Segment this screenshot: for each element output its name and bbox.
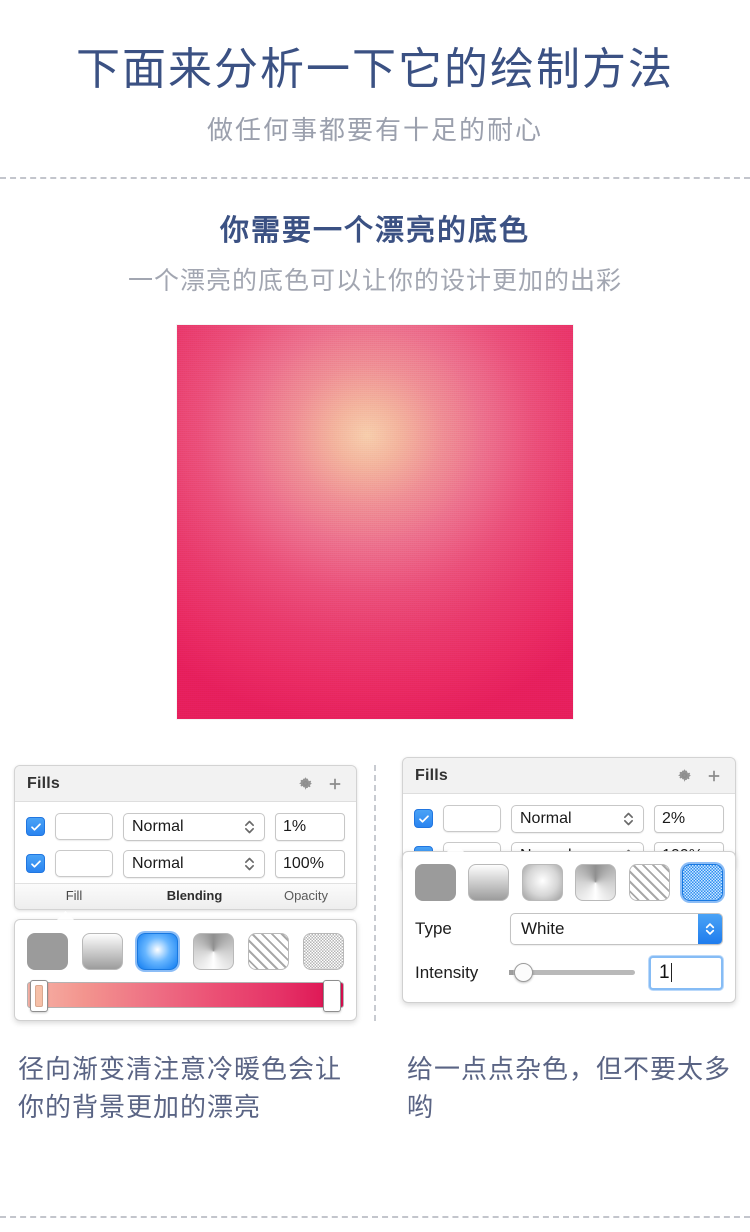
- fill-type-radial-gradient-button[interactable]: [137, 932, 179, 970]
- divider-vertical: [374, 764, 376, 1021]
- fill-type-pattern-button[interactable]: [628, 863, 670, 901]
- chevron-updown-icon[interactable]: [243, 817, 256, 837]
- page-subtitle: 做任何事都要有十足的耐心: [206, 114, 543, 145]
- caption-right-text: 给一点点杂色，但不要太多哟: [407, 1053, 732, 1122]
- right-panel-titlebar: Fills: [403, 757, 735, 794]
- fill-swatch-noise-button[interactable]: [443, 805, 501, 833]
- left-panel-title: Fills: [27, 774, 61, 792]
- opacity-input[interactable]: 2%: [654, 804, 724, 833]
- popover-arrow: [57, 910, 74, 920]
- caption-left-text: 径向渐变清注意冷暖色会让你的背景更加的漂亮: [18, 1053, 343, 1122]
- blending-mode-value: Normal: [520, 809, 572, 827]
- left-fills-panel: Fills Normal 1% Normal 100% Fill Blendin…: [14, 764, 357, 910]
- fill-type-radial-gradient-button[interactable]: [521, 863, 563, 901]
- fill-row[interactable]: Normal 100%: [15, 846, 356, 883]
- fill-type-solid-button[interactable]: [415, 863, 456, 901]
- noise-intensity-row: Intensity 1: [415, 955, 723, 990]
- slider-tick-icon: [509, 970, 513, 976]
- slider-knob[interactable]: [514, 963, 533, 983]
- divider-bottom: [0, 1216, 750, 1218]
- plus-icon[interactable]: [705, 767, 723, 785]
- left-fill-popover: [14, 910, 357, 1021]
- blending-mode-select[interactable]: Normal: [123, 812, 265, 841]
- intensity-label: Intensity: [415, 962, 479, 982]
- gear-icon[interactable]: [297, 775, 314, 792]
- section-heading: 你需要一个漂亮的底色: [219, 214, 530, 247]
- fill-type-pattern-button[interactable]: [247, 932, 289, 970]
- fill-row[interactable]: Normal 2%: [403, 801, 735, 838]
- blending-mode-select[interactable]: Normal: [511, 804, 644, 833]
- intensity-slider[interactable]: [509, 963, 649, 983]
- noise-type-value: White: [521, 918, 565, 938]
- opacity-input[interactable]: 100%: [275, 849, 345, 878]
- right-panel-title: Fills: [415, 766, 449, 784]
- right-panel-column: Fills Normal 2% Type White Intensity 1: [375, 756, 750, 1021]
- text-caret: [670, 963, 672, 983]
- fill-row[interactable]: Normal 1%: [15, 809, 356, 846]
- caption-left: 径向渐变清注意冷暖色会让你的背景更加的漂亮: [0, 1051, 375, 1126]
- preview-container: [0, 324, 750, 719]
- opacity-value: 100%: [283, 854, 324, 872]
- opacity-value: 1%: [283, 817, 307, 835]
- fill-type-solid-button[interactable]: [27, 932, 68, 970]
- noise-type-select[interactable]: White: [510, 912, 723, 945]
- caption-right: 给一点点杂色，但不要太多哟: [375, 1051, 750, 1126]
- column-header-fill: Fill: [65, 887, 83, 903]
- gradient-stop-start[interactable]: [30, 979, 48, 1012]
- right-fill-type-row: [415, 863, 723, 901]
- gradient-stop-end[interactable]: [323, 979, 341, 1012]
- panels-row: Fills Normal 1% Normal 100% Fill Blendin…: [0, 756, 750, 1021]
- column-header-blending: Blending: [166, 887, 223, 903]
- divider-top: [0, 176, 750, 179]
- left-fill-rows: Normal 1% Normal 100%: [15, 801, 356, 883]
- fill-swatch-gradient-button[interactable]: [55, 850, 113, 878]
- fill-enabled-checkbox[interactable]: [414, 809, 433, 829]
- fill-swatch-noise-button[interactable]: [55, 813, 113, 841]
- opacity-value: 2%: [662, 809, 686, 827]
- column-header-opacity: Opacity: [283, 887, 329, 903]
- fill-type-angular-gradient-button[interactable]: [575, 863, 617, 901]
- fill-type-linear-gradient-button[interactable]: [82, 932, 124, 970]
- intensity-value: 1: [659, 961, 670, 983]
- type-label: Type: [415, 918, 452, 938]
- chevron-updown-icon[interactable]: [622, 809, 635, 829]
- fill-enabled-checkbox[interactable]: [26, 817, 45, 837]
- opacity-input[interactable]: 1%: [275, 812, 345, 841]
- blending-mode-select[interactable]: Normal: [123, 849, 265, 878]
- plus-icon[interactable]: [326, 775, 344, 793]
- captions-row: 径向渐变清注意冷暖色会让你的背景更加的漂亮 给一点点杂色，但不要太多哟: [0, 1051, 750, 1126]
- left-panel-titlebar: Fills: [15, 765, 356, 802]
- blending-mode-value: Normal: [132, 817, 184, 835]
- chevron-updown-icon[interactable]: [243, 854, 256, 874]
- fill-type-angular-gradient-button[interactable]: [192, 932, 234, 970]
- fill-type-noise-button[interactable]: [681, 863, 723, 901]
- section-header: 你需要一个漂亮的底色 一个漂亮的底色可以让你的设计更加的出彩: [0, 179, 750, 307]
- gear-icon[interactable]: [676, 767, 693, 784]
- gradient-stop-bar[interactable]: [27, 979, 344, 1012]
- left-panel-column: Fills Normal 1% Normal 100% Fill Blendin…: [0, 764, 375, 1021]
- gradient-stop-color-chip: [35, 984, 43, 1007]
- section-subheading: 一个漂亮的底色可以让你的设计更加的出彩: [127, 266, 622, 295]
- gradient-preview-image: [177, 324, 573, 719]
- left-fill-type-row: [27, 932, 344, 970]
- page-title: 下面来分析一下它的绘制方法: [76, 45, 674, 94]
- intensity-input[interactable]: 1: [649, 955, 723, 990]
- blending-mode-value: Normal: [132, 854, 184, 872]
- fill-type-noise-button[interactable]: [302, 932, 344, 970]
- noise-type-row: Type White: [415, 912, 723, 945]
- page-header: 下面来分析一下它的绘制方法 做任何事都要有十足的耐心: [0, 0, 750, 177]
- left-panel-column-headers: Fill Blending Opacity: [15, 882, 356, 909]
- chevron-updown-icon[interactable]: [698, 913, 722, 944]
- fill-enabled-checkbox[interactable]: [26, 854, 45, 874]
- fill-type-linear-gradient-button[interactable]: [468, 863, 510, 901]
- right-noise-popover: Type White Intensity 1: [402, 842, 736, 1003]
